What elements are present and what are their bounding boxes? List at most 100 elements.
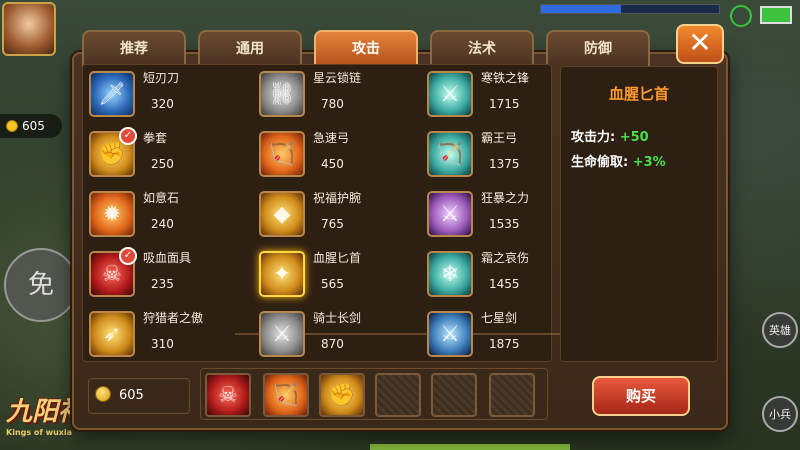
chain-icon: ⛓ <box>259 71 305 117</box>
hud-mana-bar <box>540 4 720 14</box>
item-name: 星云锁链 <box>313 71 362 85</box>
close-button[interactable]: ✕ <box>676 24 724 64</box>
item-name: 寒铁之锋 <box>481 71 530 85</box>
item-detail: 血腥匕首 攻击力: +50 生命偷取: +3% <box>560 66 718 362</box>
item-price: 320 <box>151 97 174 111</box>
hud-gold-value: 605 <box>22 119 45 133</box>
item-price: 1715 <box>489 97 520 111</box>
item-price: 780 <box>321 97 344 111</box>
gold-display: 605 <box>88 378 190 414</box>
item-name: 短刃刀 <box>143 71 180 85</box>
item-glyph: ◆ <box>273 201 291 227</box>
frost-sword-icon: ❄ <box>427 251 473 297</box>
tab-0[interactable]: 推荐 <box>82 30 186 66</box>
battery-icon <box>760 6 792 24</box>
bow-icon: 🏹 <box>427 131 473 177</box>
item-name: 骑士长剑 <box>313 311 362 325</box>
shop-item[interactable]: ⚔ 七星剑 1875 <box>421 307 571 363</box>
tab-2[interactable]: 攻击 <box>314 30 418 66</box>
item-price: 450 <box>321 157 344 171</box>
gauntlet-icon[interactable]: ✊ <box>319 373 365 417</box>
item-name: 霸王弓 <box>481 131 518 145</box>
gun-icon: ➶ <box>89 311 135 357</box>
shop-item[interactable]: ✦ 血腥匕首 565 <box>253 247 403 303</box>
item-name: 如意石 <box>143 191 180 205</box>
slot-glyph: ✊ <box>328 382 356 408</box>
hud-gold: 605 <box>0 114 62 138</box>
shop-item[interactable]: ✹ 如意石 240 <box>83 187 233 243</box>
owned-check-icon: ✓ <box>119 247 137 265</box>
dagger-icon: 🗡 <box>89 71 135 117</box>
bow-icon[interactable]: 🏹 <box>263 373 309 417</box>
shop-item[interactable]: ⚔ 寒铁之锋 1715 <box>421 67 571 123</box>
item-price: 1375 <box>489 157 520 171</box>
shop-item[interactable]: ⚔ 骑士长剑 870 <box>253 307 403 363</box>
shop-item[interactable]: ⛓ 星云锁链 780 <box>253 67 403 123</box>
item-glyph: ❄ <box>440 261 460 287</box>
item-grid: 🗡 短刃刀 320 ⛓ 星云锁链 780 ⚔ 寒铁之锋 1715 ✊ ✓ 拳套 250 🏹 急速弓 450 🏹 霸… <box>82 64 585 363</box>
player-avatar[interactable] <box>2 2 56 56</box>
axe-icon: ⚔ <box>427 71 473 117</box>
shop-item[interactable]: ◆ 祝福护腕 765 <box>253 187 403 243</box>
item-name: 吸血面具 <box>143 251 192 265</box>
bracer-icon: ◆ <box>259 191 305 237</box>
item-price: 310 <box>151 337 174 351</box>
slot-glyph: ☠ <box>218 382 238 408</box>
hero-button[interactable]: 英雄 <box>762 312 798 348</box>
item-price: 250 <box>151 157 174 171</box>
item-glyph: ⚔ <box>272 321 292 347</box>
buy-button[interactable]: 购买 <box>592 376 690 416</box>
shop-item[interactable]: 🏹 霸王弓 1375 <box>421 127 571 183</box>
minion-button[interactable]: 小兵 <box>762 396 798 432</box>
item-glyph: ⚔ <box>440 81 460 107</box>
slot-glyph: 🏹 <box>272 382 300 408</box>
item-name: 狂暴之力 <box>481 191 530 205</box>
tab-4[interactable]: 防御 <box>546 30 650 66</box>
item-price: 870 <box>321 337 344 351</box>
item-name: 狩猎者之傲 <box>143 311 204 325</box>
item-name: 祝福护腕 <box>313 191 362 205</box>
stat-value: +50 <box>619 130 649 145</box>
tab-3[interactable]: 法术 <box>430 30 534 66</box>
item-name: 霜之哀伤 <box>481 251 530 265</box>
shop-item[interactable]: ✊ ✓ 拳套 250 <box>83 127 233 183</box>
item-price: 565 <box>321 277 344 291</box>
item-name: 血腥匕首 <box>313 251 362 265</box>
gold-value: 605 <box>119 388 144 403</box>
shop-item[interactable]: ⚔ 狂暴之力 1535 <box>421 187 571 243</box>
empty-slot-icon[interactable] <box>431 373 477 417</box>
stat-label: 生命偷取: <box>571 155 629 170</box>
item-name: 拳套 <box>143 131 168 145</box>
empty-slot-icon[interactable] <box>375 373 421 417</box>
item-glyph: ⚔ <box>440 201 460 227</box>
stone-icon: ✹ <box>89 191 135 237</box>
tab-1[interactable]: 通用 <box>198 30 302 66</box>
shop-item[interactable]: ➶ 狩猎者之傲 310 <box>83 307 233 363</box>
item-glyph: ⛓ <box>268 81 296 107</box>
stat-value: +3% <box>632 155 666 170</box>
detail-stat: 生命偷取: +3% <box>571 151 717 170</box>
item-glyph: 🗡 <box>98 81 126 107</box>
detail-stat: 攻击力: +50 <box>571 126 717 145</box>
item-price: 1875 <box>489 337 520 351</box>
bow-icon: 🏹 <box>259 131 305 177</box>
item-price: 235 <box>151 277 174 291</box>
detail-title: 血腥匕首 <box>608 85 669 103</box>
item-price: 1455 <box>489 277 520 291</box>
shop-item[interactable]: ☠ ✓ 吸血面具 235 <box>83 247 233 303</box>
sword-icon: ⚔ <box>427 311 473 357</box>
shop-item[interactable]: 🏹 急速弓 450 <box>253 127 403 183</box>
item-name: 七星剑 <box>481 311 518 325</box>
item-price: 240 <box>151 217 174 231</box>
item-glyph: ⚔ <box>440 321 460 347</box>
item-price: 1535 <box>489 217 520 231</box>
sword-icon: ⚔ <box>427 191 473 237</box>
shop-item[interactable]: ❄ 霜之哀伤 1455 <box>421 247 571 303</box>
empty-slot-icon[interactable] <box>489 373 535 417</box>
skill-button[interactable]: 免 <box>4 248 78 322</box>
wifi-icon <box>730 5 752 27</box>
shop-tabs: 推荐 通用 攻击 法术 防御 <box>82 30 658 66</box>
shop-item[interactable]: 🗡 短刃刀 320 <box>83 67 233 123</box>
owned-check-icon: ✓ <box>119 127 137 145</box>
mask-icon[interactable]: ☠ <box>205 373 251 417</box>
